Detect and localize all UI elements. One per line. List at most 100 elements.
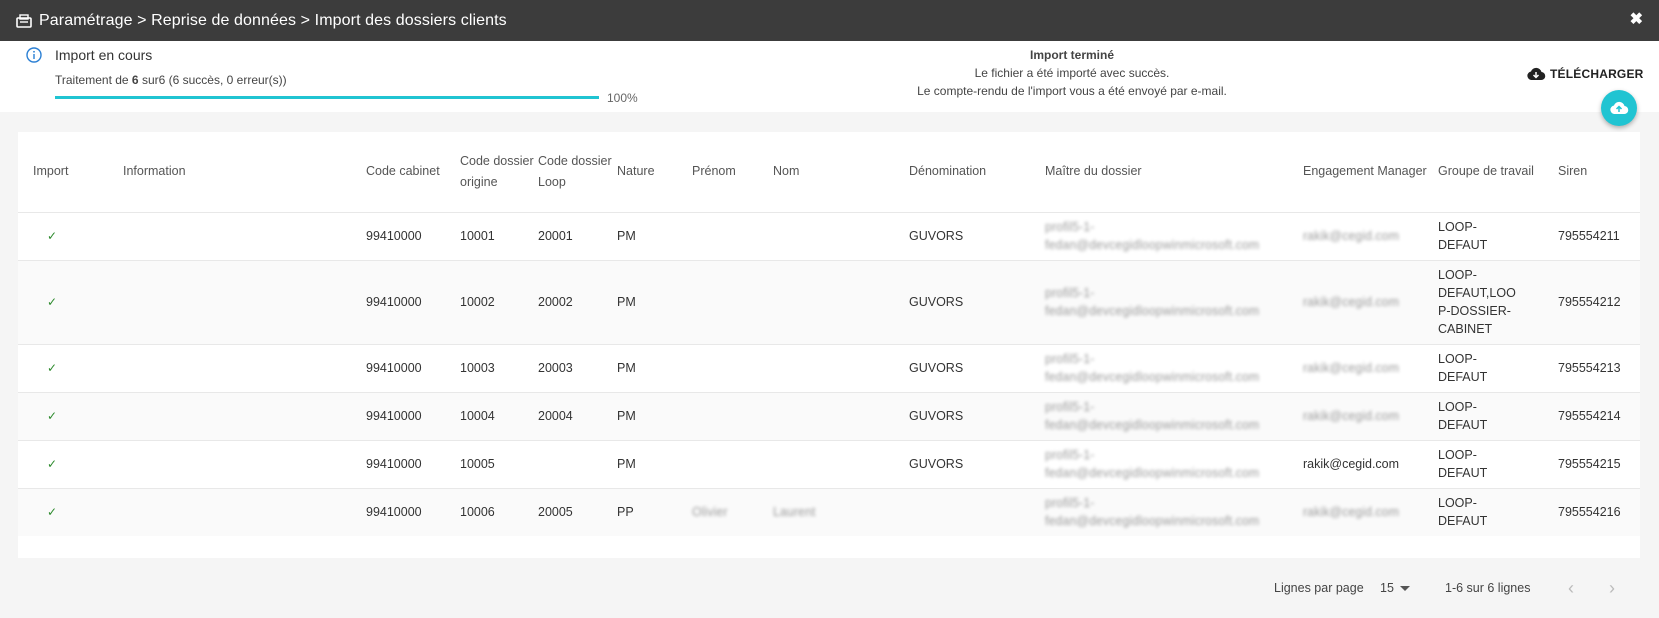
cell-denomination: GUVORS bbox=[909, 343, 1045, 392]
header-import[interactable]: Import bbox=[18, 132, 108, 212]
header-groupe-travail[interactable]: Groupe de travail bbox=[1438, 132, 1558, 212]
cell-nom bbox=[773, 439, 909, 488]
maitre-line1: profil5-1- bbox=[1045, 448, 1095, 462]
table-footer-space bbox=[18, 536, 1640, 558]
next-page-button[interactable]: › bbox=[1609, 578, 1615, 599]
previous-page-button[interactable]: ‹ bbox=[1568, 578, 1574, 599]
cell-nature: PP bbox=[617, 487, 692, 537]
import-done-line1: Le fichier a été importé avec succès. bbox=[974, 66, 1170, 80]
cell-nom bbox=[773, 259, 909, 344]
import-done-message: Import terminé Le fichier a été importé … bbox=[872, 46, 1272, 100]
cell-prenom bbox=[692, 391, 773, 440]
download-button[interactable]: TÉLÉCHARGER bbox=[1526, 67, 1644, 81]
table-row: ✓ 99410000 10005 PM GUVORS profil5-1- fedan@de… bbox=[18, 439, 1640, 488]
cell-information bbox=[108, 259, 366, 344]
cell-maitre-dossier: profil5-1- fedan@devcegidloopwinmicrosoft… bbox=[1045, 487, 1303, 537]
cell-prenom bbox=[692, 211, 773, 260]
cell-prenom bbox=[692, 259, 773, 344]
cell-code-dossier-origine: 10006 bbox=[460, 487, 538, 537]
cell-code-dossier-origine: 10003 bbox=[460, 343, 538, 392]
header-denomination[interactable]: Dénomination bbox=[909, 132, 1045, 212]
header-siren[interactable]: Siren bbox=[1558, 132, 1640, 212]
cell-import: ✓ bbox=[18, 439, 108, 488]
cell-groupe-travail: LOOP-DEFAUT bbox=[1438, 343, 1558, 392]
cell-maitre-dossier: profil5-1- fedan@devcegidloopwinmicrosoft… bbox=[1045, 259, 1303, 344]
table-row: ✓ 99410000 10006 20005 PP Olivier Laurent profi… bbox=[18, 487, 1640, 537]
cell-prenom: Olivier bbox=[692, 487, 773, 537]
header-nom[interactable]: Nom bbox=[773, 132, 909, 212]
header-code-dossier-origine[interactable]: Code dossier origine bbox=[460, 132, 538, 212]
maitre-line2: fedan@devcegidloopwinmicrosoft.com bbox=[1045, 304, 1260, 318]
import-progress-percent: 100% bbox=[607, 91, 638, 105]
header-code-cabinet[interactable]: Code cabinet bbox=[366, 132, 460, 212]
window-title: Paramétrage > Reprise de données > Impor… bbox=[39, 11, 507, 29]
cell-code-dossier-loop: 20002 bbox=[538, 259, 617, 344]
maitre-line1: profil5-1- bbox=[1045, 352, 1095, 366]
import-done-line2: Le compte-rendu de l'import vous a été e… bbox=[917, 84, 1227, 98]
table-row: ✓ 99410000 10001 20001 PM GUVORS profil5-1- fed… bbox=[18, 211, 1640, 260]
import-progress-bar bbox=[55, 96, 599, 99]
cell-code-dossier-loop: 20005 bbox=[538, 487, 617, 537]
cell-engagement-manager: rakik@cegid.com bbox=[1303, 487, 1438, 537]
cell-nom bbox=[773, 343, 909, 392]
header-prenom[interactable]: Prénom bbox=[692, 132, 773, 212]
cell-siren: 795554214 bbox=[1558, 391, 1640, 440]
cell-nature: PM bbox=[617, 391, 692, 440]
cell-siren: 795554216 bbox=[1558, 487, 1640, 537]
pagination-range: 1-6 sur 6 lignes bbox=[1445, 581, 1531, 595]
upload-button[interactable] bbox=[1601, 90, 1637, 126]
table-row: ✓ 99410000 10004 20004 PM GUVORS profil5-1- fed… bbox=[18, 391, 1640, 440]
cell-engagement-manager: rakik@cegid.com bbox=[1303, 211, 1438, 260]
cell-code-dossier-loop: 20001 bbox=[538, 211, 617, 260]
cell-code-cabinet: 99410000 bbox=[366, 391, 460, 440]
cloud-upload-icon bbox=[1609, 101, 1629, 115]
cell-nom: Laurent bbox=[773, 487, 909, 537]
cell-engagement-manager: rakik@cegid.com bbox=[1303, 343, 1438, 392]
maitre-line2: fedan@devcegidloopwinmicrosoft.com bbox=[1045, 418, 1260, 432]
import-progress-title: Import en cours bbox=[55, 47, 153, 63]
cell-information bbox=[108, 391, 366, 440]
table-row: ✓ 99410000 10003 20003 PM GUVORS profil5-1- fed… bbox=[18, 343, 1640, 392]
table-row: ✓ 99410000 10002 20002 PM GUVORS profil5-1- fed… bbox=[18, 259, 1640, 344]
close-icon[interactable]: ✖ bbox=[1630, 11, 1643, 29]
cell-groupe-travail: LOOP-DEFAUT bbox=[1438, 487, 1558, 537]
cell-denomination bbox=[909, 487, 1045, 537]
header-maitre-dossier[interactable]: Maître du dossier bbox=[1045, 132, 1303, 212]
cell-import: ✓ bbox=[18, 487, 108, 537]
cell-groupe-travail: LOOP-DEFAUT,LOOP-DOSSIER-CABINET bbox=[1438, 259, 1558, 344]
table-header-row: Import Information Code cabinet Code dos… bbox=[18, 132, 1640, 212]
download-label: TÉLÉCHARGER bbox=[1550, 67, 1644, 81]
cell-nom bbox=[773, 391, 909, 440]
header-nature[interactable]: Nature bbox=[617, 132, 692, 212]
cell-denomination: GUVORS bbox=[909, 259, 1045, 344]
cell-nature: PM bbox=[617, 211, 692, 260]
header-engagement-manager[interactable]: Engagement Manager bbox=[1303, 132, 1438, 212]
rows-per-page-value: 15 bbox=[1380, 581, 1394, 595]
cell-code-cabinet: 99410000 bbox=[366, 439, 460, 488]
cell-import: ✓ bbox=[18, 343, 108, 392]
cell-siren: 795554212 bbox=[1558, 259, 1640, 344]
cell-engagement-manager: rakik@cegid.com bbox=[1303, 391, 1438, 440]
cell-siren: 795554215 bbox=[1558, 439, 1640, 488]
cell-information bbox=[108, 211, 366, 260]
cell-code-cabinet: 99410000 bbox=[366, 487, 460, 537]
cell-import: ✓ bbox=[18, 391, 108, 440]
cell-prenom bbox=[692, 343, 773, 392]
cell-nature: PM bbox=[617, 259, 692, 344]
cell-maitre-dossier: profil5-1- fedan@devcegidloopwinmicrosoft… bbox=[1045, 439, 1303, 488]
maitre-line2: fedan@devcegidloopwinmicrosoft.com bbox=[1045, 238, 1260, 252]
cell-information bbox=[108, 343, 366, 392]
cell-nature: PM bbox=[617, 439, 692, 488]
rows-per-page-select[interactable]: 15 bbox=[1380, 581, 1410, 595]
maitre-line1: profil5-1- bbox=[1045, 496, 1095, 510]
info-icon bbox=[26, 47, 42, 63]
import-progress-detail: Traitement de 6 sur6 (6 succès, 0 erreur… bbox=[55, 73, 287, 87]
cell-nom bbox=[773, 211, 909, 260]
caret-down-icon bbox=[1399, 585, 1410, 591]
cell-import: ✓ bbox=[18, 259, 108, 344]
cell-groupe-travail: LOOP-DEFAUT bbox=[1438, 211, 1558, 260]
header-information[interactable]: Information bbox=[108, 132, 366, 212]
cell-code-dossier-origine: 10004 bbox=[460, 391, 538, 440]
header-code-dossier-loop[interactable]: Code dossier Loop bbox=[538, 132, 617, 212]
cell-denomination: GUVORS bbox=[909, 211, 1045, 260]
